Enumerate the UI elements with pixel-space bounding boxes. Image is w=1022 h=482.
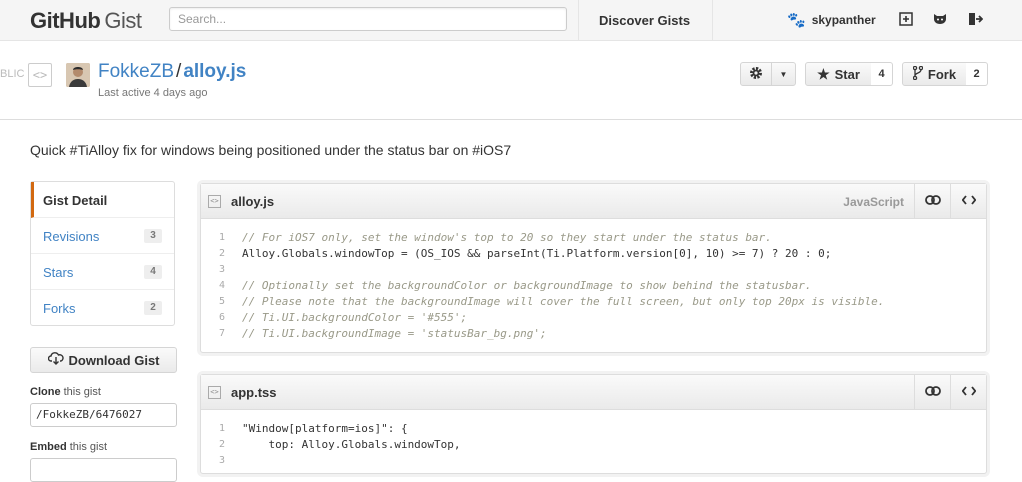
permalink-button[interactable] <box>914 375 951 409</box>
code-icon <box>961 383 977 401</box>
caret-down-icon: ▼ <box>779 69 788 79</box>
permalink-button[interactable] <box>914 184 951 218</box>
download-cloud-icon <box>47 352 64 368</box>
link-icon <box>925 192 941 210</box>
embed-label: Embed this gist <box>30 441 108 453</box>
gear-icon <box>749 66 763 83</box>
code-line: 3 <box>218 455 225 466</box>
code-line: 6// Ti.UI.backgroundColor = '#555'; <box>218 311 468 324</box>
owner-avatar[interactable] <box>66 63 90 87</box>
clone-url-field[interactable]: /FokkeZB/6476027 <box>30 403 177 427</box>
settings-dropdown-button[interactable]: ▼ <box>771 62 796 86</box>
star-icon: ★ <box>817 65 830 82</box>
sidebar-item-label: Revisions <box>43 229 100 244</box>
gist-header: BLIC <> FokkeZB / alloy.js Last active 4 d… <box>0 41 1022 120</box>
new-gist-icon[interactable] <box>898 11 914 27</box>
download-label: Download Gist <box>68 352 160 368</box>
octocat-icon[interactable] <box>932 11 948 27</box>
embed-code-field[interactable] <box>30 458 177 482</box>
sidebar-item-label: Forks <box>43 301 76 316</box>
sidebar-item-label: Gist Detail <box>43 193 108 208</box>
last-active-text: Last active 4 days ago <box>98 87 208 99</box>
file-name[interactable]: alloy.js <box>231 194 274 209</box>
view-raw-button[interactable] <box>950 375 987 409</box>
view-raw-button[interactable] <box>950 184 987 218</box>
download-gist-button[interactable]: Download Gist <box>30 347 177 373</box>
code-line: 1 "Window[platform=ios]": { <box>218 422 408 435</box>
file-header: <> alloy.js JavaScript <box>201 184 986 219</box>
forks-count: 2 <box>144 301 162 315</box>
file-language: JavaScript <box>843 195 904 209</box>
visibility-label: BLIC <box>0 68 25 80</box>
fork-label: Fork <box>927 66 957 82</box>
sign-out-icon[interactable] <box>967 11 983 27</box>
code-line: 2 Alloy.Globals.windowTop = (OS_IOS && pa… <box>218 247 832 260</box>
title-separator: / <box>176 61 182 82</box>
code-line: 5// Please note that the backgroundImage… <box>218 295 885 308</box>
top-bar: GitHubGist Discover Gists 🐾 skypanther <box>0 0 1022 41</box>
gist-description: Quick #TiAlloy fix for windows being pos… <box>30 142 512 158</box>
code-line: 3 <box>218 264 225 275</box>
gist-filename-link[interactable]: alloy.js <box>183 61 246 82</box>
sidebar-item-label: Stars <box>43 265 74 280</box>
settings-button[interactable] <box>740 62 772 86</box>
owner-link[interactable]: FokkeZB <box>98 61 174 82</box>
clone-label: Clone this gist <box>30 386 101 398</box>
code-line: 4// Optionally set the backgroundColor o… <box>218 279 812 292</box>
user-avatar-icon: 🐾 <box>787 12 806 29</box>
file-name[interactable]: app.tss <box>231 385 277 400</box>
code-icon <box>961 192 977 210</box>
user-menu[interactable]: 🐾 skypanther <box>787 10 876 30</box>
stars-count: 4 <box>144 265 162 279</box>
discover-gists-link[interactable]: Discover Gists <box>599 13 690 28</box>
star-button[interactable]: ★ Star <box>805 62 872 86</box>
fork-button[interactable]: Fork <box>902 62 967 86</box>
file-box-app-tss: <> app.tss 1 "Window[platform=ios]": { 2 … <box>200 374 987 474</box>
sidebar-item-gist-detail[interactable]: Gist Detail <box>31 182 174 218</box>
sidebar-item-revisions[interactable]: Revisions 3 <box>31 218 174 254</box>
file-code-icon: <> <box>208 195 221 208</box>
gist-sidebar-nav: Gist Detail Revisions 3 Stars 4 Forks 2 <box>30 181 175 326</box>
gist-title: FokkeZB / alloy.js <box>98 61 246 83</box>
fork-icon <box>912 65 924 83</box>
star-count[interactable]: 4 <box>871 62 893 86</box>
file-header: <> app.tss <box>201 375 986 410</box>
divider <box>712 0 713 40</box>
sidebar-item-stars[interactable]: Stars 4 <box>31 254 174 290</box>
code-line: 1// For iOS7 only, set the window's top … <box>218 231 772 244</box>
revisions-count: 3 <box>144 229 162 243</box>
link-icon <box>925 383 941 401</box>
search-input[interactable] <box>169 7 567 31</box>
sidebar-item-forks[interactable]: Forks 2 <box>31 290 174 326</box>
file-box-alloy-js: <> alloy.js JavaScript 1// For iOS7 only… <box>200 183 987 353</box>
file-code-icon: <> <box>208 386 221 399</box>
github-gist-logo[interactable]: GitHub Gist <box>30 8 142 34</box>
star-label: Star <box>834 66 860 82</box>
code-line: 2 top: Alloy.Globals.windowTop, <box>218 438 461 451</box>
fork-count[interactable]: 2 <box>966 62 988 86</box>
divider <box>578 0 579 40</box>
code-line: 7// Ti.UI.backgroundImage = 'statusBar_b… <box>218 327 547 340</box>
code-file-icon: <> <box>28 63 52 87</box>
username: skypanther <box>811 13 876 27</box>
